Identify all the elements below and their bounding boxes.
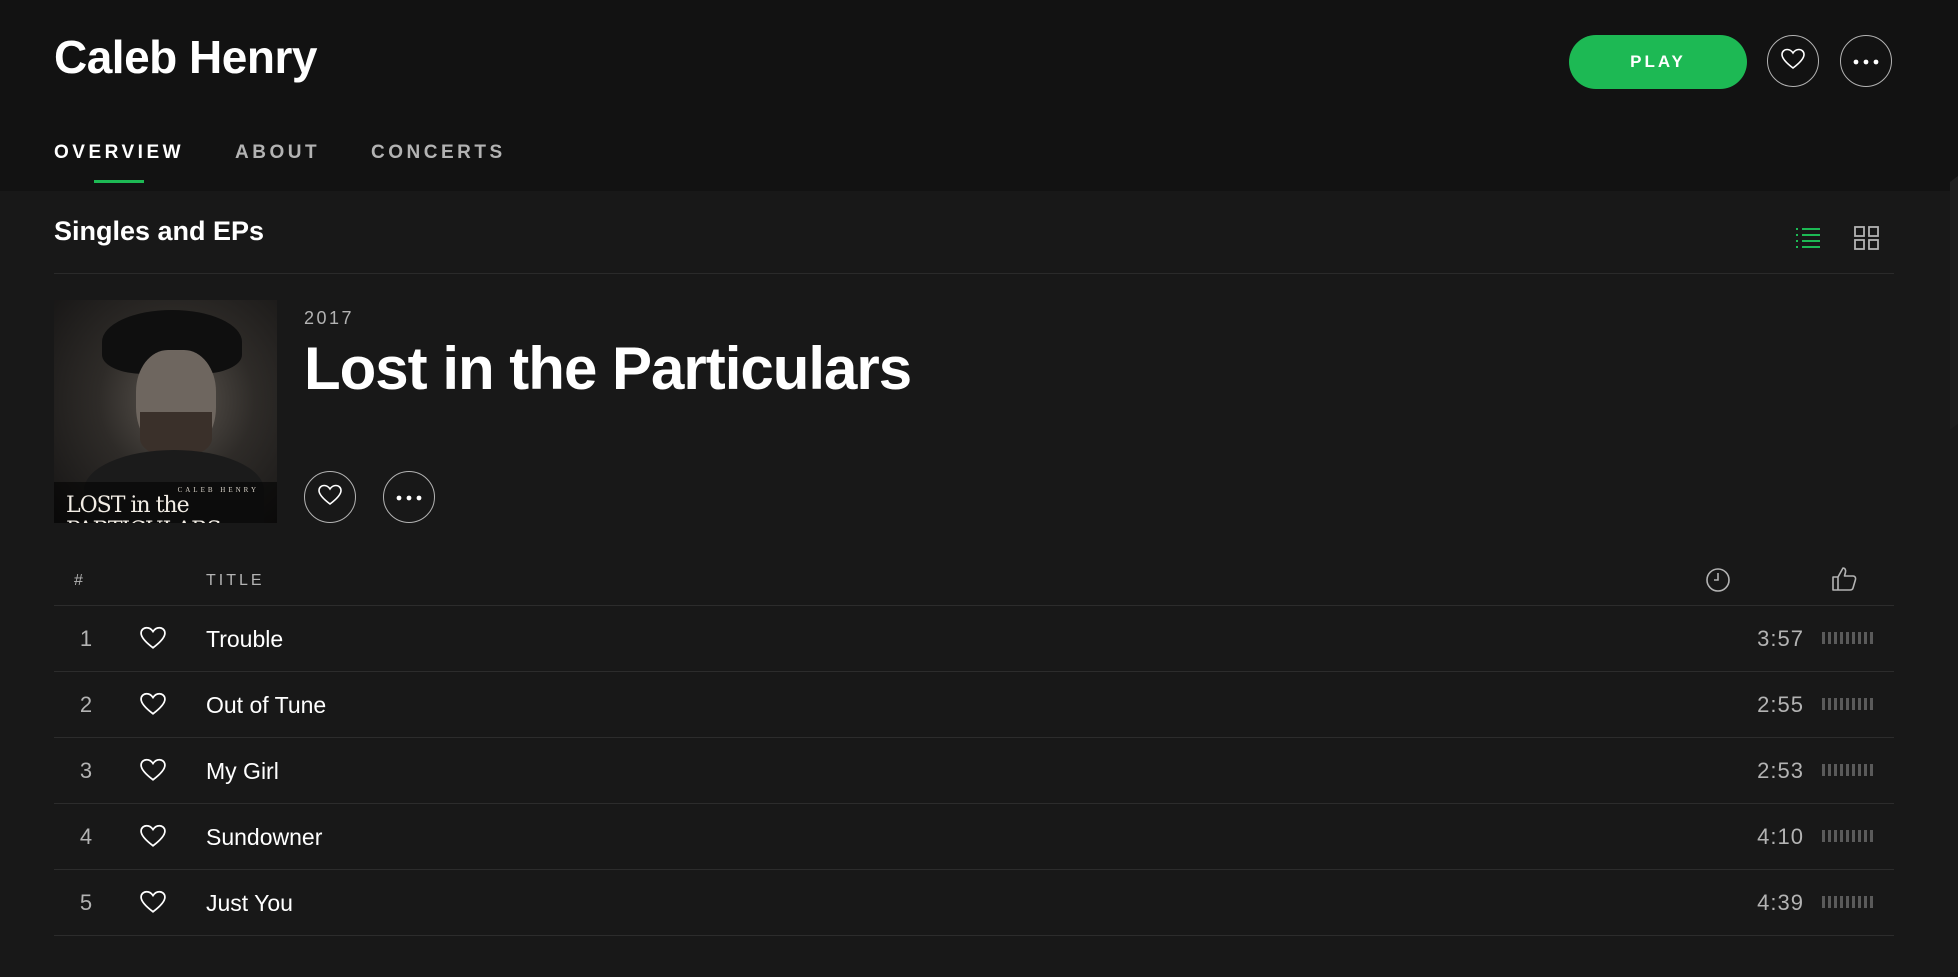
active-tab-indicator (94, 180, 144, 183)
ellipsis-icon (1853, 52, 1879, 70)
track-row[interactable]: 5 Just You 4:39 (54, 870, 1894, 936)
tab-concerts[interactable]: CONCERTS (371, 142, 506, 164)
heart-icon[interactable] (140, 824, 166, 853)
tab-overview[interactable]: OVERVIEW (54, 142, 184, 164)
track-title[interactable]: Trouble (206, 606, 283, 672)
tab-about[interactable]: ABOUT (235, 142, 320, 164)
clock-icon[interactable] (1705, 567, 1731, 598)
popularity-bar (1822, 830, 1874, 842)
heart-icon (1781, 48, 1805, 75)
column-number-header: # (74, 572, 86, 589)
track-number: 2 (79, 692, 93, 717)
track-duration: 4:39 (1757, 890, 1804, 915)
section-divider (54, 273, 1894, 274)
track-row[interactable]: 3 My Girl 2:53 (54, 738, 1894, 804)
heart-icon (318, 484, 342, 511)
popularity-bar (1822, 632, 1874, 644)
track-duration: 2:55 (1757, 692, 1804, 717)
album-year: 2017 (304, 308, 355, 328)
track-number: 1 (79, 626, 93, 651)
track-number: 4 (79, 824, 93, 849)
row-divider (54, 935, 1894, 936)
track-number: 3 (79, 758, 93, 783)
album-more-button[interactable] (383, 471, 435, 523)
album-cover[interactable]: CALEB HENRY LOST in the PARTICULARS (54, 300, 277, 523)
cover-title-text: LOST in the PARTICULARS (66, 493, 222, 523)
track-title[interactable]: Sundowner (206, 804, 322, 870)
artist-name: Caleb Henry (54, 31, 317, 83)
album-title[interactable]: Lost in the Particulars (304, 334, 912, 403)
track-duration: 2:53 (1757, 758, 1804, 783)
play-button[interactable]: PLAY (1569, 35, 1747, 89)
thumbs-up-icon[interactable] (1830, 566, 1858, 597)
track-title[interactable]: Just You (206, 870, 293, 936)
heart-icon[interactable] (140, 692, 166, 721)
track-row[interactable]: 2 Out of Tune 2:55 (54, 672, 1894, 738)
scrollbar-edge[interactable] (1944, 0, 1958, 972)
track-title[interactable]: Out of Tune (206, 672, 326, 738)
ellipsis-icon (396, 488, 422, 506)
popularity-bar (1822, 698, 1874, 710)
list-view-icon[interactable] (1794, 224, 1822, 257)
popularity-bar (1822, 896, 1874, 908)
track-row[interactable]: 4 Sundowner 4:10 (54, 804, 1894, 870)
artist-header: Caleb Henry PLAY OVERVIEW ABOUT CONCERTS (0, 0, 1958, 191)
section-title: Singles and EPs (54, 216, 265, 246)
track-duration: 3:57 (1757, 626, 1804, 651)
column-title-header[interactable]: TITLE (206, 572, 265, 590)
heart-icon[interactable] (140, 758, 166, 787)
track-title[interactable]: My Girl (206, 738, 279, 804)
heart-icon[interactable] (140, 890, 166, 919)
track-duration: 4:10 (1757, 824, 1804, 849)
track-row[interactable]: 1 Trouble 3:57 (54, 606, 1894, 672)
follow-heart-button[interactable] (1767, 35, 1819, 87)
track-number: 5 (79, 890, 93, 915)
more-options-button[interactable] (1840, 35, 1892, 87)
heart-icon[interactable] (140, 626, 166, 655)
popularity-bar (1822, 764, 1874, 776)
album-save-button[interactable] (304, 471, 356, 523)
grid-view-icon[interactable] (1853, 224, 1881, 257)
